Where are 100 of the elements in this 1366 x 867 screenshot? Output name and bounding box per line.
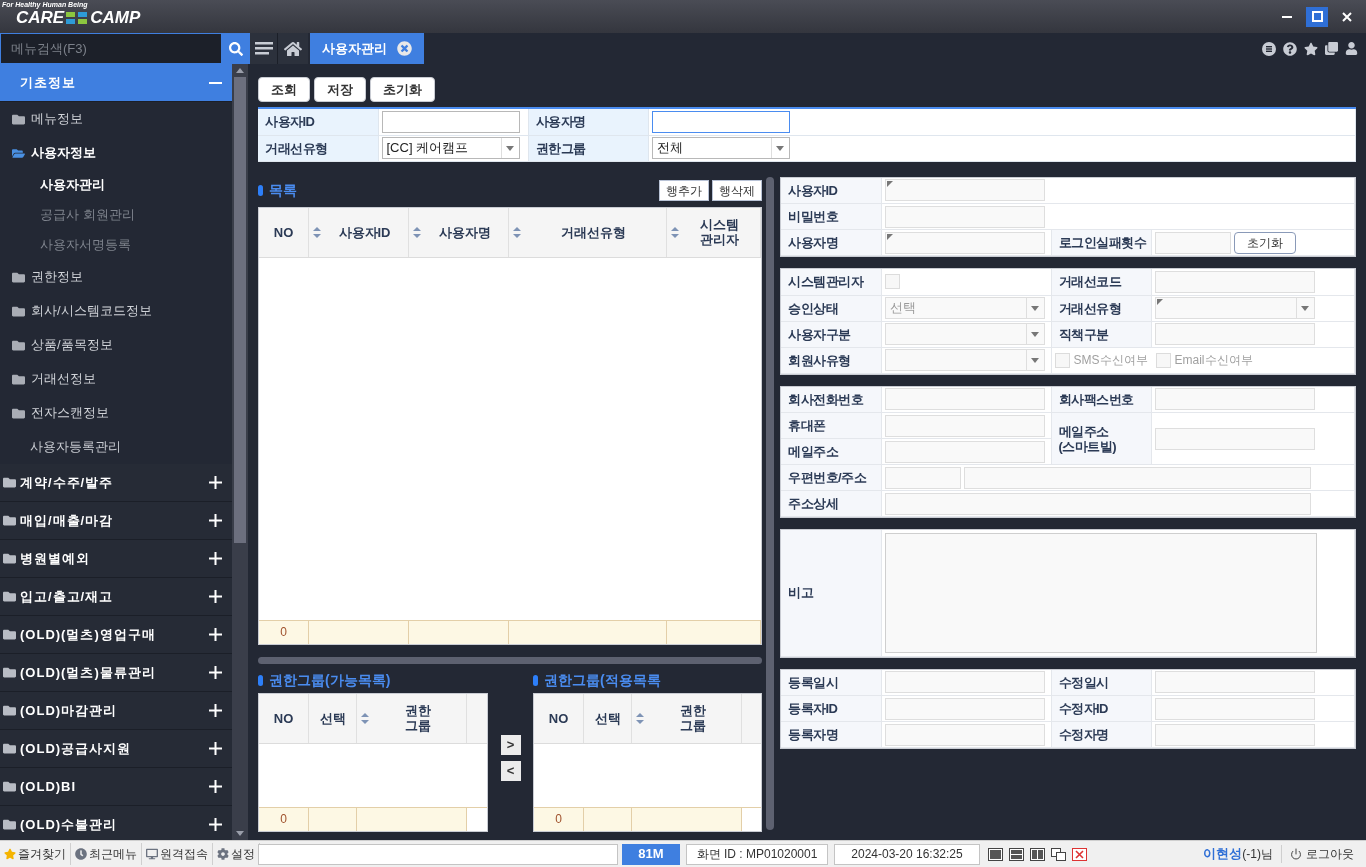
dropdown[interactable]: 전체 [651, 137, 790, 159]
input-field[interactable] [651, 110, 790, 133]
list-icon[interactable] [1262, 41, 1276, 56]
toolbar-button[interactable]: 초기화 [370, 77, 435, 102]
field-label: 수정자ID [1051, 695, 1151, 722]
menu-folder[interactable]: 거래선정보 [0, 362, 232, 396]
toolbar-button[interactable]: 조회 [258, 77, 310, 102]
close-icon[interactable] [397, 41, 412, 56]
windows-icon[interactable] [1325, 42, 1338, 55]
folder-icon [3, 780, 16, 793]
close-all-icon[interactable] [1072, 847, 1087, 861]
plus-icon[interactable] [209, 818, 222, 831]
status-input-field[interactable] [258, 843, 618, 865]
plus-icon[interactable] [209, 704, 222, 717]
column-header[interactable]: 권한 그룹 [632, 693, 742, 743]
sort-icon [636, 712, 644, 724]
field-label: 사용자명 [528, 109, 648, 135]
folder-icon [3, 514, 16, 527]
logout-button[interactable]: 로그아웃 [1281, 845, 1366, 863]
column-header[interactable]: NO [259, 693, 309, 743]
sort-icon [313, 226, 321, 238]
field-label: 회원사유형 [781, 347, 881, 373]
minimize-icon [1282, 15, 1292, 18]
folder-icon [3, 476, 16, 489]
menu-item[interactable]: 공급사 회원관리 [0, 200, 232, 230]
menu-item[interactable]: 사용자등록관리 [0, 430, 232, 464]
status-button[interactable]: 즐겨찾기 [0, 843, 71, 865]
minus-icon[interactable] [209, 81, 222, 84]
user-icon[interactable] [1345, 42, 1358, 55]
section-title: 권한그룹(적용목록 [544, 671, 661, 690]
grid-button[interactable]: 행삭제 [712, 180, 762, 201]
menu-folder[interactable]: 메뉴정보 [0, 102, 232, 136]
cascade-windows-icon[interactable] [1051, 847, 1066, 861]
star-icon[interactable] [1304, 41, 1318, 56]
datetime: 2024-03-20 16:32:25 [834, 843, 980, 865]
input-field[interactable] [381, 110, 520, 133]
plus-icon[interactable] [209, 552, 222, 565]
column-header[interactable]: 시스템 관리자 [667, 207, 761, 257]
caret-down-icon [1031, 331, 1039, 337]
column-header[interactable]: 선택 [584, 693, 632, 743]
plus-icon[interactable] [209, 742, 222, 755]
scroll-up-icon[interactable] [236, 68, 244, 73]
row-count: 0 [555, 811, 562, 828]
reset-button[interactable]: 초기화 [1233, 231, 1296, 254]
plus-icon[interactable] [209, 476, 222, 489]
sort-icon [413, 226, 421, 238]
menu-button[interactable] [250, 33, 278, 64]
horizontal-scrollbar[interactable] [258, 656, 762, 664]
column-header[interactable]: 거래선유형 [509, 207, 667, 257]
folder-icon [3, 666, 16, 679]
help-icon[interactable] [1283, 41, 1297, 56]
horizontal-split-icon[interactable] [1009, 847, 1024, 861]
menu-item[interactable]: 사용자서명등록 [0, 230, 232, 260]
column-header[interactable]: 사용자ID [309, 207, 409, 257]
plus-icon[interactable] [209, 628, 222, 641]
grid-button[interactable]: 행추가 [659, 180, 709, 201]
field-label: 우편번호/주소 [781, 464, 881, 491]
menu-folder[interactable]: 권한정보 [0, 260, 232, 294]
menu-item[interactable]: 사용자관리 [0, 170, 232, 200]
row-count: 0 [280, 624, 287, 641]
menu-search-field[interactable]: 메뉴검색(F3) [1, 34, 221, 63]
status-button[interactable]: 원격접속 [142, 843, 213, 865]
plus-icon[interactable] [209, 590, 222, 603]
menu-folder[interactable]: 회사/시스템코드정보 [0, 294, 232, 328]
note-field[interactable] [884, 532, 1317, 653]
menu-section[interactable]: 기초정보 [0, 64, 232, 102]
field-label: 수정자명 [1051, 721, 1151, 748]
single-layout-icon[interactable] [988, 847, 1003, 861]
column-header[interactable]: 권한 그룹 [357, 693, 467, 743]
plus-icon[interactable] [209, 666, 222, 679]
toolbar-button[interactable]: 저장 [314, 77, 366, 102]
plus-icon[interactable] [209, 514, 222, 527]
checkbox-label: SMS수신여부 [1073, 352, 1148, 369]
vertical-split-icon[interactable] [1030, 847, 1045, 861]
row-count: 0 [280, 811, 287, 828]
folder-icon [12, 338, 25, 352]
scroll-down-icon[interactable] [236, 831, 244, 836]
maximize-button[interactable] [1306, 6, 1328, 27]
status-button[interactable]: 최근메뉴 [71, 843, 142, 865]
dropdown[interactable]: [CC] 케어캠프 [381, 137, 520, 159]
field-label: 사용자구분 [781, 321, 881, 347]
move-button[interactable]: < [500, 760, 521, 781]
menu-folder[interactable]: 전자스캔정보 [0, 396, 232, 430]
folder-icon [12, 406, 25, 420]
field-label: 메일주소 [781, 438, 881, 465]
column-header[interactable]: NO [534, 693, 584, 743]
column-header[interactable]: 사용자명 [409, 207, 509, 257]
column-header[interactable]: NO [259, 207, 309, 257]
home-icon [284, 39, 302, 58]
column-header[interactable]: 선택 [309, 693, 357, 743]
search-icon [228, 41, 243, 56]
menu-folder[interactable]: 상품/품목정보 [0, 328, 232, 362]
plus-icon[interactable] [209, 780, 222, 793]
settings-icon [217, 848, 229, 860]
field-label: 등록자명 [781, 721, 881, 748]
move-button[interactable]: > [500, 734, 521, 755]
home-button[interactable] [278, 33, 308, 64]
scrollbar-thumb[interactable] [234, 77, 246, 543]
tab[interactable]: 사용자관리 [310, 33, 424, 64]
menu-folder[interactable]: 사용자정보 [0, 136, 232, 170]
